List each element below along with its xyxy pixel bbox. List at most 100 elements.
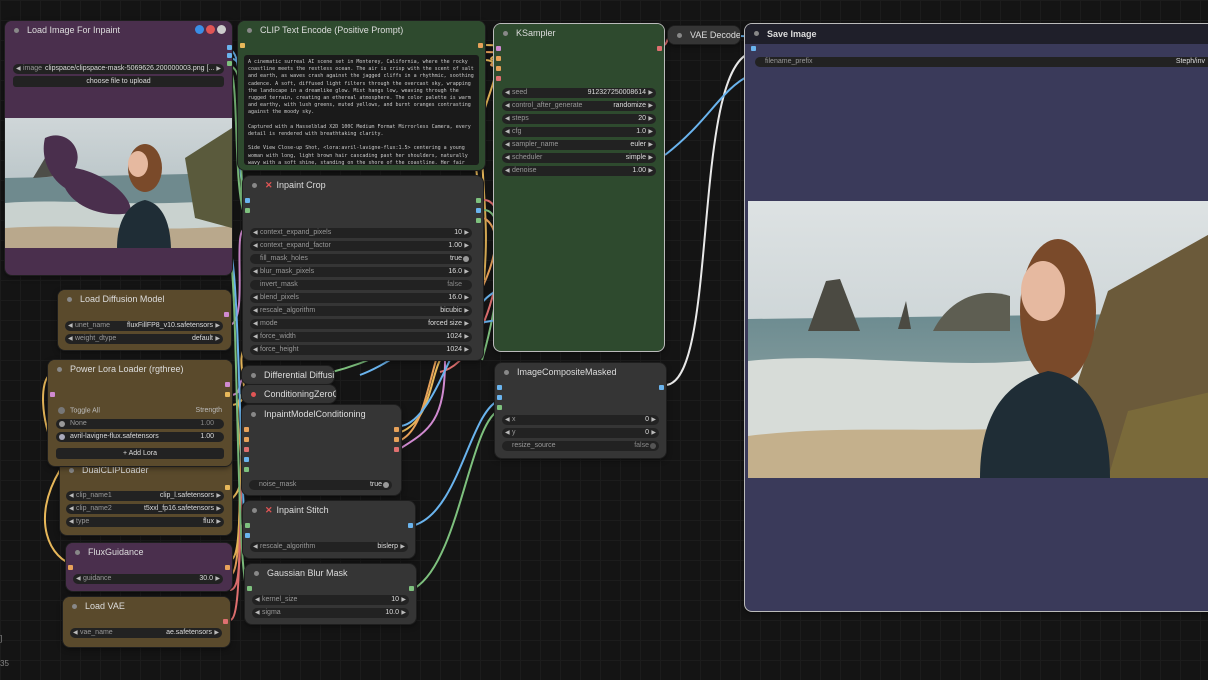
mask-input-slot[interactable]: [245, 208, 250, 213]
clip-output-slot[interactable]: [225, 392, 230, 397]
invert-mask-toggle[interactable]: invert_mask false: [250, 280, 472, 290]
output-slot[interactable]: [227, 61, 232, 66]
positive-input-slot[interactable]: [496, 56, 501, 61]
mode-widget[interactable]: ◀ mode forced size ▶: [250, 319, 472, 329]
latent-output-slot[interactable]: [394, 447, 399, 452]
flux-guidance-node[interactable]: FluxGuidance ◀ guidance 30.0 ▶: [66, 543, 232, 591]
output-slot[interactable]: [227, 45, 232, 50]
prompt-textarea[interactable]: A cinematic surreal AI scene set in Mont…: [244, 55, 479, 165]
node-title[interactable]: KSampler: [494, 24, 664, 42]
model-input-slot[interactable]: [496, 46, 501, 51]
load-diffusion-model-node[interactable]: Load Diffusion Model ◀ unet_name fluxFillF…: [58, 290, 231, 350]
context-expand-factor-widget[interactable]: ◀ context_expand_factor 1.00 ▶: [250, 241, 472, 251]
mask-input-slot[interactable]: [244, 467, 249, 472]
badge-blue-icon[interactable]: [195, 25, 204, 34]
model-output-slot[interactable]: [224, 312, 229, 317]
conditioning-input-slot[interactable]: [68, 565, 73, 570]
images-input-slot[interactable]: [751, 46, 756, 51]
toggle-all-icon[interactable]: [58, 407, 65, 414]
stitch-rescale-algorithm-widget[interactable]: ◀ rescale_algorithm bislerp ▶: [250, 542, 408, 552]
vae-name-widget[interactable]: ◀ vae_name ae.safetensors ▶: [70, 628, 222, 638]
image-output-slot[interactable]: [408, 523, 413, 528]
cropped-mask-output-slot[interactable]: [476, 218, 481, 223]
clip-output-slot[interactable]: [225, 485, 230, 490]
model-output-slot[interactable]: [225, 382, 230, 387]
node-title[interactable]: Differential Diffusi: [242, 366, 334, 384]
pixels-input-slot[interactable]: [244, 457, 249, 462]
sampler-name-widget[interactable]: ◀ sampler_name euler ▶: [502, 140, 656, 150]
blend-pixels-widget[interactable]: ◀ blend_pixels 16.0 ▶: [250, 293, 472, 303]
positive-input-slot[interactable]: [244, 427, 249, 432]
node-title[interactable]: Save Image: [745, 24, 1208, 44]
conditioning-output-slot[interactable]: [225, 565, 230, 570]
positive-output-slot[interactable]: [394, 427, 399, 432]
differential-diffusion-node[interactable]: Differential Diffusi: [242, 366, 334, 384]
resize-source-toggle[interactable]: resize_source false: [502, 441, 659, 451]
unet-name-widget[interactable]: ◀ unet_name fluxFillFP8_v10.safetensors ▶: [65, 321, 223, 331]
inpainted-image-input-slot[interactable]: [245, 533, 250, 538]
vae-input-slot[interactable]: [244, 447, 249, 452]
blur-mask-pixels-widget[interactable]: ◀ blur_mask_pixels 16.0 ▶: [250, 267, 472, 277]
guidance-widget[interactable]: ◀ guidance 30.0 ▶: [73, 574, 223, 584]
type-widget[interactable]: ◀ type flux ▶: [66, 517, 224, 527]
force-width-widget[interactable]: ◀ force_width 1024 ▶: [250, 332, 472, 342]
mask-output-slot[interactable]: [409, 586, 414, 591]
node-title[interactable]: ConditioningZeroOut: [242, 385, 336, 403]
output-slot[interactable]: [227, 53, 232, 58]
negative-output-slot[interactable]: [394, 437, 399, 442]
force-height-widget[interactable]: ◀ force_height 1024 ▶: [250, 345, 472, 355]
toggle-all-row[interactable]: Toggle All: [58, 407, 100, 414]
clip-name1-widget[interactable]: ◀ clip_name1 clip_l.safetensors ▶: [66, 491, 224, 501]
inpaint-crop-node[interactable]: ✕ Inpaint Crop ◀ context_expand_pixels 10 ▶ …: [243, 176, 483, 360]
node-title[interactable]: ✕ Inpaint Stitch: [243, 501, 415, 519]
seed-widget[interactable]: ◀ seed 912327250008614 ▶: [502, 88, 656, 98]
sigma-widget[interactable]: ◀ sigma 10.0 ▶: [252, 608, 409, 618]
context-expand-pixels-widget[interactable]: ◀ context_expand_pixels 10 ▶: [250, 228, 472, 238]
stitch-output-slot[interactable]: [476, 198, 481, 203]
filename-prefix-widget[interactable]: filename_prefix Steph/inv: [755, 57, 1208, 67]
load-vae-node[interactable]: Load VAE ◀ vae_name ae.safetensors ▶: [63, 597, 230, 647]
x-widget[interactable]: ◀ x 0 ▶: [502, 415, 659, 425]
clip-name2-widget[interactable]: ◀ clip_name2 t5xxl_fp16.safetensors ▶: [66, 504, 224, 514]
badge-red-icon[interactable]: [206, 25, 215, 34]
node-title[interactable]: Load Diffusion Model: [58, 290, 231, 308]
dual-clip-loader-node[interactable]: DualCLIPLoader ◀ clip_name1 clip_l.safeten…: [60, 455, 232, 535]
cfg-widget[interactable]: ◀ cfg 1.0 ▶: [502, 127, 656, 137]
rescale-algorithm-widget[interactable]: ◀ rescale_algorithm bicubic ▶: [250, 306, 472, 316]
mask-input-slot[interactable]: [497, 405, 502, 410]
latent-output-slot[interactable]: [657, 46, 662, 51]
ksampler-node[interactable]: KSampler ◀ seed 912327250008614 ▶ ◀ control_…: [494, 24, 664, 351]
inpaint-model-conditioning-node[interactable]: InpaintModelConditioning noise_mask true: [242, 405, 401, 495]
save-image-node[interactable]: Save Image filename_prefix Steph/inv: [745, 24, 1208, 611]
source-input-slot[interactable]: [497, 395, 502, 400]
noise-mask-toggle[interactable]: noise_mask true: [249, 480, 392, 490]
control-after-generate-widget[interactable]: ◀ control_after_generate randomize ▶: [502, 101, 656, 111]
node-title[interactable]: Power Lora Loader (rgthree): [48, 360, 232, 378]
destination-input-slot[interactable]: [497, 385, 502, 390]
vae-decode-node[interactable]: VAE Decode: [668, 26, 740, 44]
node-title[interactable]: ✕ Inpaint Crop: [243, 176, 483, 194]
lora-avril-row[interactable]: avril-lavigne-flux.safetensors 1.00: [56, 432, 224, 442]
node-title[interactable]: VAE Decode: [668, 26, 740, 44]
node-title[interactable]: Load VAE: [63, 597, 230, 615]
stitch-input-slot[interactable]: [245, 523, 250, 528]
negative-input-slot[interactable]: [244, 437, 249, 442]
conditioning-output-slot[interactable]: [478, 43, 483, 48]
load-image-node[interactable]: Load Image For Inpaint ◀ image clipspace/c…: [5, 21, 232, 275]
node-title[interactable]: CLIP Text Encode (Positive Prompt): [238, 21, 485, 39]
node-title[interactable]: InpaintModelConditioning: [242, 405, 401, 423]
vae-output-slot[interactable]: [223, 619, 228, 624]
clip-text-encode-node[interactable]: CLIP Text Encode (Positive Prompt) A cin…: [238, 21, 485, 170]
y-widget[interactable]: ◀ y 0 ▶: [502, 428, 659, 438]
badge-gray-icon[interactable]: [217, 25, 226, 34]
gaussian-blur-mask-node[interactable]: Gaussian Blur Mask ◀ kernel_size 10 ▶ ◀ sigm…: [245, 564, 416, 624]
node-title[interactable]: ImageCompositeMasked: [495, 363, 666, 381]
weight-dtype-widget[interactable]: ◀ weight_dtype default ▶: [65, 334, 223, 344]
node-title[interactable]: Gaussian Blur Mask: [245, 564, 416, 582]
upload-button[interactable]: choose file to upload: [13, 76, 224, 87]
image-composite-masked-node[interactable]: ImageCompositeMasked ◀ x 0 ▶ ◀ y 0 ▶ resize_so…: [495, 363, 666, 458]
mask-input-slot[interactable]: [247, 586, 252, 591]
lora-none-row[interactable]: None 1.00: [56, 419, 224, 429]
model-input-slot[interactable]: [50, 392, 55, 397]
image-input-slot[interactable]: [245, 198, 250, 203]
